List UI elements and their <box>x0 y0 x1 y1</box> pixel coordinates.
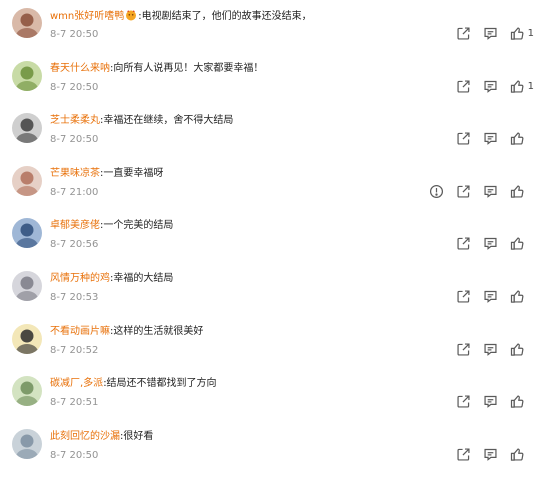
comment-row: 芝士柔柔丸:幸福还在继续，舍不得大结局8-7 20:501 <box>0 105 548 158</box>
comment-actions: 1 <box>444 79 534 94</box>
comment-line: 此刻回忆的沙漏:很好看 <box>50 430 153 444</box>
like-icon[interactable] <box>510 447 525 462</box>
comment-actions: 1 <box>444 447 534 462</box>
share-icon[interactable] <box>456 342 471 357</box>
like-count: 1 <box>527 28 534 39</box>
share-icon[interactable] <box>456 79 471 94</box>
username-link[interactable]: 春天什么来呐 <box>50 63 110 74</box>
comment-time: 8-7 20:50 <box>50 29 99 40</box>
share-icon[interactable] <box>456 394 471 409</box>
comment-actions: 1 <box>444 342 534 357</box>
share-icon[interactable] <box>456 26 471 41</box>
comment-text: :一直要幸福呀 <box>100 167 164 179</box>
comment-icon[interactable] <box>483 131 498 146</box>
comment-line: 卓郁美彦佬:一个完美的结局 <box>50 219 173 233</box>
username-link[interactable]: 风情万种的鸡 <box>50 273 110 284</box>
username-link[interactable]: 芝士柔柔丸 <box>50 115 100 126</box>
username-link[interactable]: wmn张好听嗜鸭 <box>50 11 124 22</box>
username-link[interactable]: 此刻回忆的沙漏 <box>50 431 120 442</box>
comment-row: 碳减厂,多派:结局还不错都找到了方向 8-7 20:51 1 <box>0 368 548 421</box>
avatar[interactable] <box>12 60 42 91</box>
comment-time: 8-7 20:50 <box>50 449 99 461</box>
comment-text: :结局还不错都找到了方向 <box>103 378 217 390</box>
comment-text: :这样的生活就很美好 <box>110 325 204 337</box>
like-icon[interactable] <box>510 394 525 409</box>
username-link[interactable]: 不看动画片嘛 <box>50 326 110 337</box>
comment-icon[interactable] <box>483 342 498 357</box>
comment-icon[interactable] <box>483 236 498 251</box>
comment-time: 8-7 21:00 <box>50 186 99 198</box>
badge-icon <box>126 10 137 21</box>
like-icon[interactable] <box>510 131 525 146</box>
comment-actions: 1 <box>444 26 534 41</box>
like-icon[interactable] <box>510 26 525 41</box>
comment-row: wmn张好听嗜鸭 :电视剧结束了，他们的故事还没结束， 8-7 20:50 1 <box>0 0 548 53</box>
avatar[interactable] <box>12 428 42 459</box>
share-icon[interactable] <box>456 184 471 199</box>
comment-line: 春天什么来呐:向所有人说再见！大家都要幸福！ <box>50 62 263 76</box>
comment-time: 8-7 20:52 <box>50 344 99 356</box>
comment-line: 碳减厂,多派:结局还不错都找到了方向 <box>50 377 217 391</box>
comment-actions: 1 <box>444 289 534 304</box>
comment-row: 此刻回忆的沙漏:很好看 8-7 20:50 1 <box>0 421 548 474</box>
comment-text: :一个完美的结局 <box>100 220 174 232</box>
like-icon[interactable] <box>510 79 525 94</box>
comment-text: :很好看 <box>120 430 154 442</box>
comment-text: :幸福的大结局 <box>110 273 174 284</box>
avatar[interactable] <box>12 113 42 144</box>
username-link[interactable]: 碳减厂,多派 <box>50 378 103 389</box>
comment-actions: 1 <box>444 394 534 409</box>
comment-actions: 1 <box>444 236 534 251</box>
comment-line: 风情万种的鸡:幸福的大结局 <box>50 272 173 286</box>
share-icon[interactable] <box>456 236 471 251</box>
comment-time: 8-7 20:50 <box>50 81 99 93</box>
avatar[interactable] <box>12 376 42 407</box>
comment-icon[interactable] <box>483 184 498 199</box>
avatar[interactable] <box>12 218 42 249</box>
avatar[interactable] <box>12 323 42 354</box>
report-icon[interactable] <box>429 184 444 199</box>
comment-row: 不看动画片嘛:这样的生活就很美好 8-7 20:52 1 <box>0 316 548 369</box>
like-icon[interactable] <box>510 289 525 304</box>
avatar[interactable] <box>12 165 42 196</box>
avatar[interactable] <box>12 271 42 301</box>
comment-text: :幸福还在继续，舍不得大结局 <box>100 115 234 127</box>
username-link[interactable]: 卓郁美彦佬 <box>50 220 100 231</box>
comment-text: :向所有人说再见！大家都要幸福！ <box>110 62 264 74</box>
comment-icon[interactable] <box>483 394 498 409</box>
comment-line: wmn张好听嗜鸭 :电视剧结束了，他们的故事还没结束， <box>50 9 312 24</box>
comment-time: 8-7 20:51 <box>50 397 99 409</box>
comment-text: :电视剧结束了，他们的故事还没结束， <box>138 11 312 22</box>
comment-line: 不看动画片嘛:这样的生活就很美好 <box>50 325 203 339</box>
comment-actions: 1 <box>417 184 534 199</box>
share-icon[interactable] <box>456 289 471 304</box>
comment-row: 芒果味凉茶:一直要幸福呀8-7 21:001 <box>0 158 548 211</box>
comment-row: 春天什么来呐:向所有人说再见！大家都要幸福！ 8-7 20:50 1 <box>0 53 548 106</box>
comment-line: 芝士柔柔丸:幸福还在继续，舍不得大结局 <box>50 114 233 128</box>
comment-list: wmn张好听嗜鸭:电视剧结束了，他们的故事还没结束， 8-7 20:50 1 春天什么… <box>0 0 548 480</box>
comment-line: 芒果味凉茶:一直要幸福呀 <box>50 167 163 181</box>
comment-row: 卓郁美彦佬:一个完美的结局8-7 20:561 <box>0 210 548 263</box>
like-icon[interactable] <box>510 184 525 199</box>
comment-actions: 1 <box>444 131 534 146</box>
comment-row: 风情万种的鸡:幸福的大结局 8-7 20:53 1 <box>0 263 548 316</box>
like-count: 1 <box>527 80 534 92</box>
comment-time: 8-7 20:56 <box>50 239 99 251</box>
comment-time: 8-7 20:50 <box>50 134 99 146</box>
username-link[interactable]: 芒果味凉茶 <box>50 168 100 179</box>
comment-icon[interactable] <box>483 289 498 304</box>
comment-icon[interactable] <box>483 79 498 94</box>
avatar[interactable] <box>12 8 42 38</box>
comment-time: 8-7 20:53 <box>50 292 99 303</box>
share-icon[interactable] <box>456 131 471 146</box>
comment-icon[interactable] <box>483 447 498 462</box>
comment-icon[interactable] <box>483 26 498 41</box>
like-icon[interactable] <box>510 236 525 251</box>
like-icon[interactable] <box>510 342 525 357</box>
share-icon[interactable] <box>456 447 471 462</box>
